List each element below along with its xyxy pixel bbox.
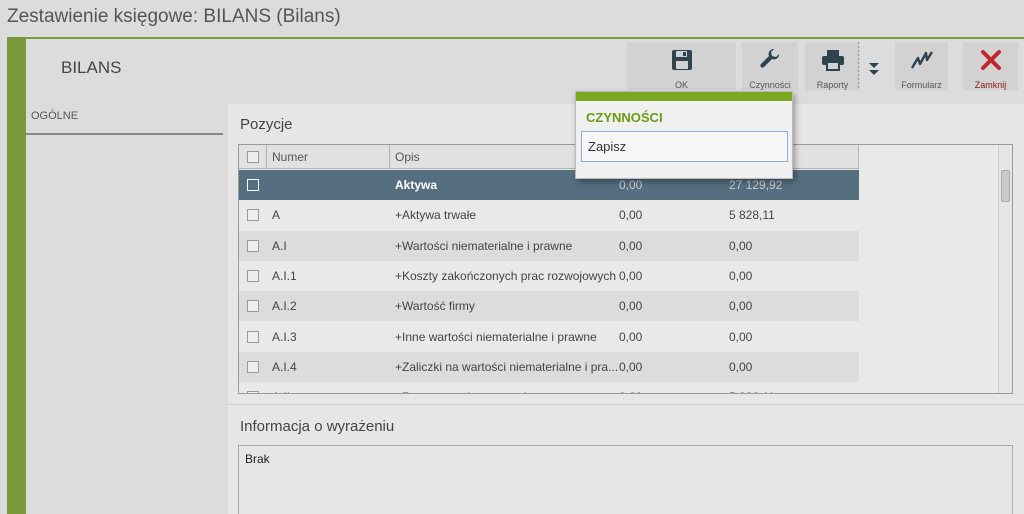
table-row[interactable]: A.I.2 +Wartość firmy 0,00 0,00 bbox=[239, 291, 859, 322]
positions-grid: Numer Opis resu Aktywa0,0027 129,92A+Akt… bbox=[238, 144, 1013, 394]
table-row[interactable]: A.I +Wartości niematerialne i prawne 0,00 0… bbox=[239, 230, 859, 261]
chevron-down-icon bbox=[861, 56, 887, 82]
cell-opis: +Wartości niematerialne i prawne bbox=[395, 238, 573, 253]
actions-button[interactable]: Czynności bbox=[742, 42, 798, 90]
sidebar: OGÓLNE bbox=[26, 94, 223, 514]
row-checkbox[interactable] bbox=[247, 179, 259, 191]
table-row[interactable]: A.I.1 +Koszty zakończonych prac rozwojowy… bbox=[239, 261, 859, 291]
info-panel: Informacja o wyrażeniu Brak bbox=[228, 404, 1024, 514]
cell-value: 0,00 bbox=[619, 329, 643, 344]
scrollbar-thumb[interactable] bbox=[1001, 170, 1010, 202]
save-menu-item[interactable]: Zapisz bbox=[581, 131, 788, 162]
save-icon bbox=[669, 47, 695, 73]
popup-title: CZYNNOŚCI bbox=[586, 110, 663, 125]
ok-button[interactable]: OK bbox=[627, 42, 736, 90]
more-button[interactable] bbox=[861, 42, 886, 90]
printer-icon bbox=[820, 47, 846, 73]
row-checkbox[interactable] bbox=[247, 209, 259, 222]
sidebar-item-general[interactable]: OGÓLNE bbox=[31, 110, 78, 122]
select-all-cell bbox=[239, 145, 267, 169]
info-box: Brak bbox=[238, 445, 1013, 514]
document-title: BILANS bbox=[61, 58, 122, 77]
cell-value-2: 5 828,11 bbox=[729, 208, 775, 223]
vertical-scrollbar[interactable] bbox=[998, 145, 1012, 393]
cell-value: 0,00 bbox=[619, 382, 725, 393]
close-label: Zamknij bbox=[974, 80, 1007, 90]
toolbar-separator bbox=[858, 42, 859, 90]
row-checkbox[interactable] bbox=[247, 391, 259, 393]
select-all-checkbox[interactable] bbox=[247, 151, 259, 163]
cell-opis: +Aktywa trwałe bbox=[395, 208, 477, 223]
cell-numer: A.I.2 bbox=[272, 299, 297, 314]
cell-value: 0,00 bbox=[619, 359, 643, 374]
row-checkbox[interactable] bbox=[247, 330, 259, 343]
form-button[interactable]: Formularz bbox=[895, 42, 948, 90]
reports-button[interactable]: Raporty bbox=[805, 42, 860, 90]
cell-numer: A bbox=[272, 208, 281, 223]
cell-value-2: 0,00 bbox=[729, 268, 753, 283]
form-label: Formularz bbox=[901, 80, 942, 90]
cell-value: 0,00 bbox=[619, 299, 643, 314]
row-checkbox[interactable] bbox=[247, 300, 259, 313]
table-row[interactable]: A.I.3 +Inne wartości niematerialne i praw… bbox=[239, 322, 859, 352]
cell-opis: +Zaliczki na wartości niematerialne i pr… bbox=[395, 359, 617, 374]
cell-numer: A.I bbox=[272, 238, 287, 253]
cell-value-2: 0,00 bbox=[729, 238, 753, 253]
wrench-icon bbox=[757, 47, 783, 73]
accent-strip bbox=[7, 39, 26, 514]
row-checkbox[interactable] bbox=[247, 360, 259, 373]
table-row[interactable]: A.I.4 +Zaliczki na wartości niematerialne… bbox=[239, 351, 859, 382]
cell-numer: A.I.1 bbox=[272, 268, 297, 283]
document-header: BILANS OK Czynności Raporty Formularz Za… bbox=[26, 39, 1024, 94]
cell-value-2: 0,00 bbox=[729, 359, 753, 374]
window-title: Zestawienie księgowe: BILANS (Bilans) bbox=[7, 6, 341, 27]
table-row[interactable]: A +Aktywa trwałe 0,00 5 828,11 bbox=[239, 200, 859, 230]
table-row[interactable]: A.II +Rzeczowe aktywa trwałe0,00 5 828,11 bbox=[239, 382, 859, 393]
info-title: Informacja o wyrażeniu bbox=[240, 418, 395, 435]
cell-value: 0,00 bbox=[619, 268, 643, 283]
cell-numer: A.II bbox=[272, 382, 390, 393]
signature-icon bbox=[909, 47, 935, 73]
cell-opis: +Koszty zakończonych prac rozwojowych bbox=[395, 268, 617, 283]
ok-label: OK bbox=[674, 80, 688, 90]
actions-label: Czynności bbox=[749, 80, 791, 90]
actions-popup: CZYNNOŚCI Zapisz bbox=[575, 91, 793, 179]
info-text: Brak bbox=[245, 452, 270, 466]
sidebar-divider bbox=[26, 133, 223, 135]
cell-numer: A.I.3 bbox=[272, 329, 297, 344]
col-header-numer[interactable]: Numer bbox=[267, 145, 390, 169]
close-button[interactable]: Zamknij bbox=[963, 42, 1018, 90]
cell-numer bbox=[272, 170, 390, 200]
cell-opis: +Rzeczowe aktywa trwałe bbox=[395, 382, 617, 393]
row-checkbox[interactable] bbox=[247, 239, 259, 252]
cell-numer: A.I.4 bbox=[272, 359, 297, 374]
cell-opis: +Inne wartości niematerialne i prawne bbox=[395, 329, 597, 344]
positions-title: Pozycje bbox=[240, 116, 293, 133]
cell-opis: +Wartość firmy bbox=[395, 299, 475, 314]
cell-value-2: 0,00 bbox=[729, 299, 753, 314]
reports-label: Raporty bbox=[816, 80, 849, 90]
cell-value-2: 0,00 bbox=[729, 329, 753, 344]
cell-value: 0,00 bbox=[619, 208, 643, 223]
popup-accent-bar bbox=[576, 92, 792, 101]
cell-value-2: 5 828,11 bbox=[729, 382, 857, 393]
close-icon bbox=[978, 47, 1004, 73]
row-checkbox[interactable] bbox=[247, 269, 259, 282]
cell-value: 0,00 bbox=[619, 238, 643, 253]
